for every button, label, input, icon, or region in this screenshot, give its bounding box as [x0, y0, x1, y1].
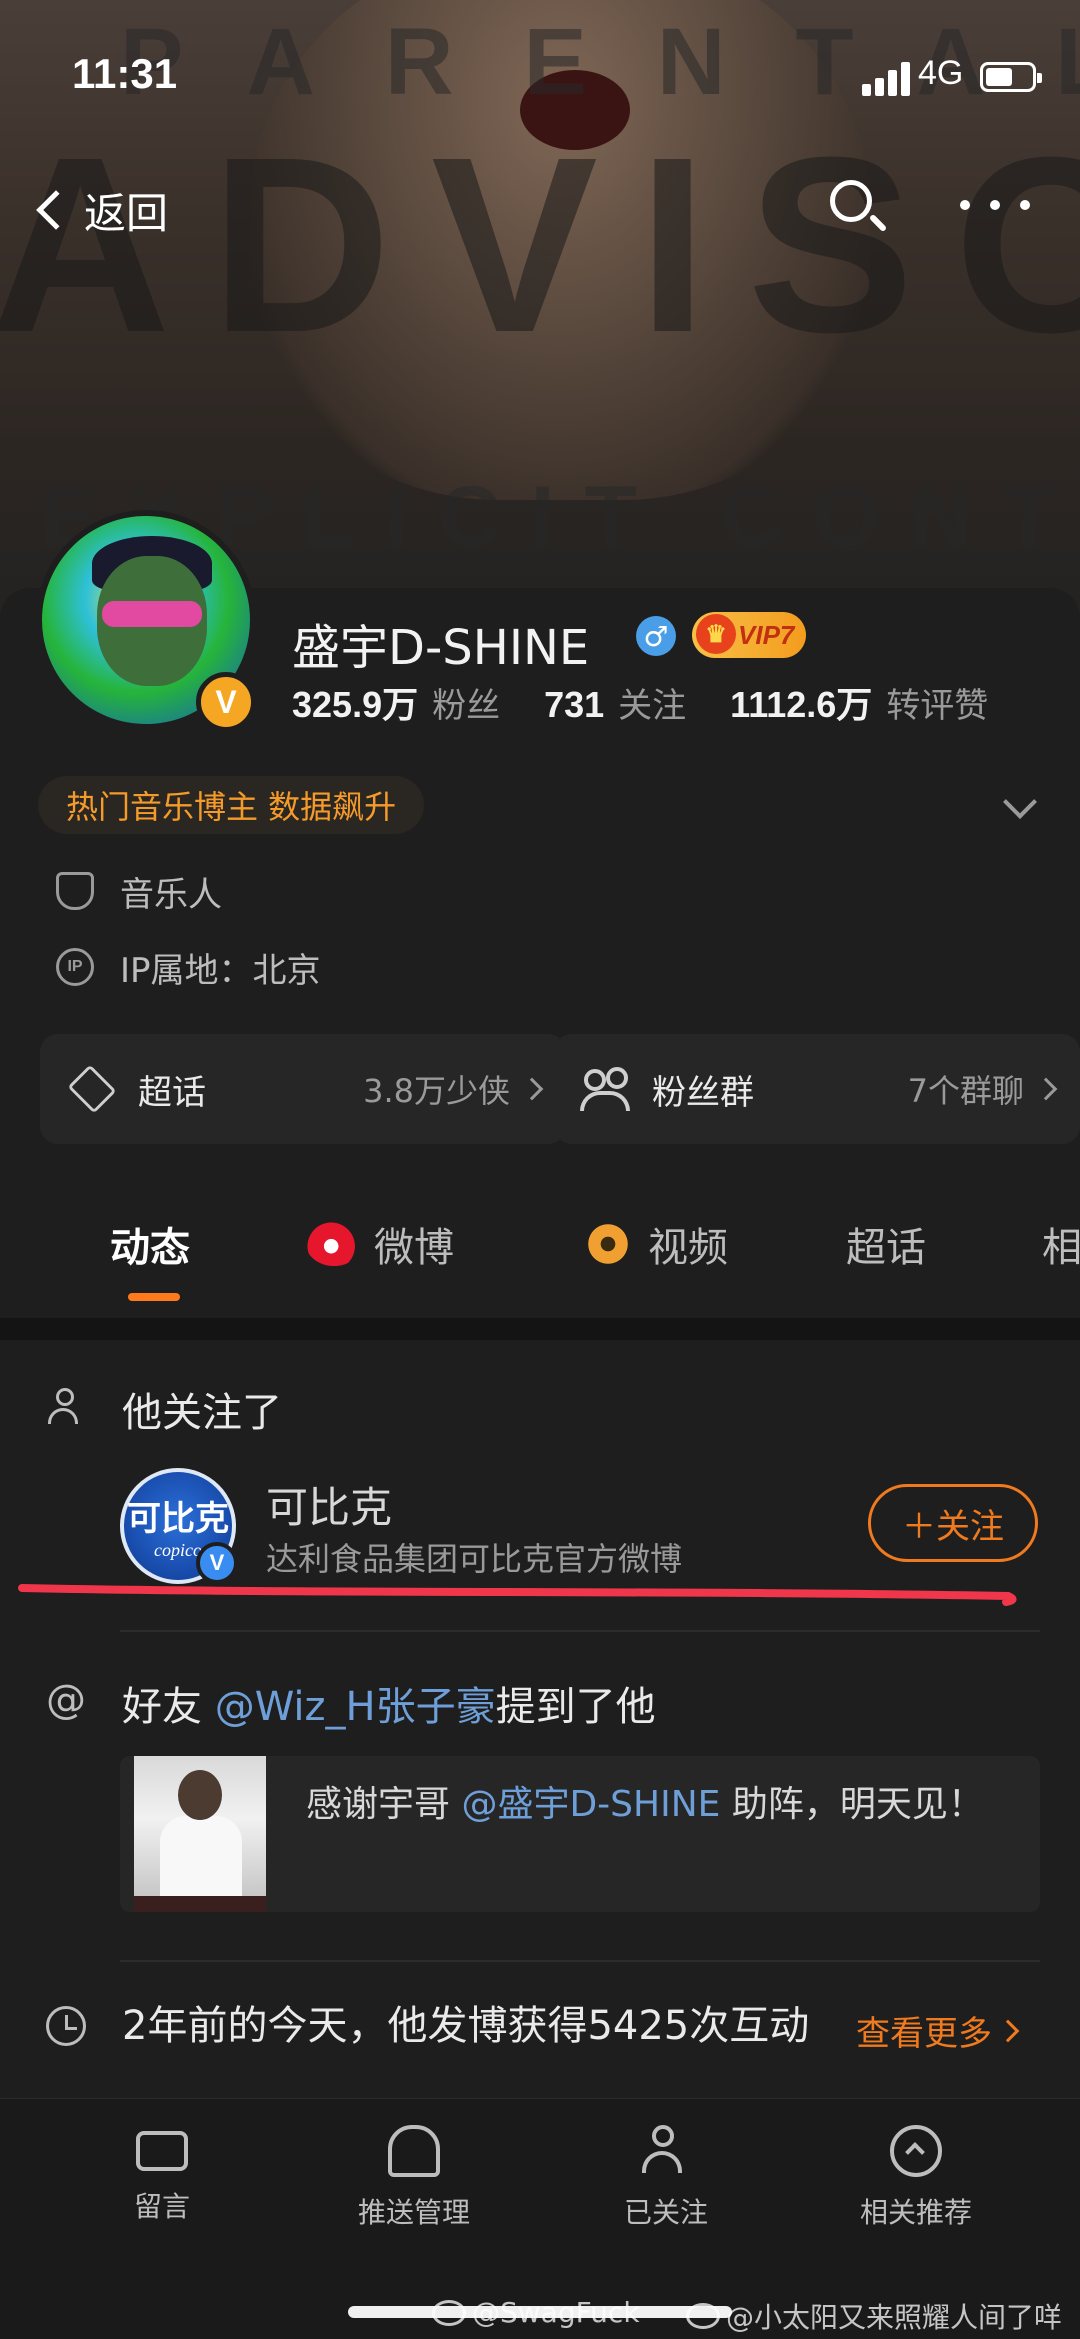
following-label[interactable]: 关注: [618, 678, 686, 727]
diamond-icon: [67, 1064, 117, 1114]
followed-button[interactable]: 已关注: [566, 2125, 766, 2231]
recommend-button[interactable]: 相关推荐: [816, 2125, 1016, 2231]
mention-user-link[interactable]: @Wiz_H张子豪: [215, 1684, 496, 1730]
profile-tabs: 动态 微博 视频 超话 相: [0, 1170, 1080, 1310]
profile-stats: 325.9万 粉丝 731 关注 1112.6万 转评赞: [292, 676, 1032, 728]
supertopic-value: 3.8万少侠: [363, 1072, 510, 1110]
crown-icon: ♛: [696, 614, 736, 654]
see-more-link[interactable]: 查看更多: [856, 2006, 1020, 2055]
cover-big-text: ADVISORY: [0, 105, 1080, 384]
push-settings-button[interactable]: 推送管理: [314, 2125, 514, 2231]
bell-icon: [388, 2125, 440, 2177]
quote-mention-link[interactable]: @盛宇D-SHINE: [461, 1784, 720, 1825]
feed-separator: [120, 1630, 1040, 1632]
chevron-left-icon: [36, 190, 76, 230]
male-gender-icon: ♂: [636, 616, 676, 656]
chevron-right-icon: [520, 1077, 544, 1101]
fans-group-link[interactable]: 粉丝群 7个群聊: [554, 1034, 1080, 1144]
status-time: 11:31: [72, 50, 178, 97]
user-check-icon: [46, 1386, 86, 1426]
identity-text: 音乐人: [120, 874, 222, 915]
weibo-icon: [306, 1222, 362, 1266]
tab-weibo[interactable]: 微博: [306, 1214, 454, 1274]
ip-icon: IP: [56, 948, 94, 986]
shield-icon: [56, 872, 94, 910]
network-type: 4G: [918, 54, 964, 92]
reposts-likes-count[interactable]: 1112.6万: [730, 676, 872, 728]
video-icon: [580, 1222, 636, 1266]
tab-video[interactable]: 视频: [580, 1214, 728, 1274]
fans-group-value: 7个群聊: [907, 1072, 1024, 1110]
quote-text: 感谢宇哥 @盛宇D-SHINE 助阵，明天见！: [306, 1784, 984, 1825]
followed-account-name[interactable]: 可比克: [266, 1474, 392, 1535]
clock-icon: [46, 2006, 86, 2046]
reposts-likes-label[interactable]: 转评赞: [886, 678, 988, 727]
back-button[interactable]: 返回: [28, 178, 168, 242]
vip-label: VIP7: [738, 619, 795, 650]
ip-location-text: IP属地：北京: [120, 950, 321, 991]
more-options-button[interactable]: [960, 190, 1030, 220]
hot-music-blogger-tag[interactable]: 热门音乐博主 数据飙升: [38, 776, 425, 834]
red-annotation-underline: [18, 1584, 1017, 1606]
fans-label[interactable]: 粉丝: [432, 678, 500, 727]
active-tab-indicator: [128, 1293, 180, 1301]
watermark-1: @SwagFuck: [432, 2296, 640, 2329]
profile-name: 盛宇D-SHINE: [292, 620, 590, 676]
more-dots-icon: [960, 200, 970, 210]
brand-logo-subtext: copico: [154, 1540, 202, 1560]
supertopic-label: 超话: [138, 1072, 206, 1113]
mention-at-icon: @: [46, 1677, 86, 1723]
identity-row: 音乐人: [56, 866, 222, 916]
memory-text: 2年前的今天，他发博获得5425次互动: [122, 2003, 810, 2049]
fans-group-icon: [580, 1067, 632, 1111]
brand-logo-text: 可比克: [127, 1499, 229, 1539]
fans-count[interactable]: 325.9万: [292, 676, 418, 728]
tab-supertopic[interactable]: 超话: [846, 1214, 926, 1274]
following-count[interactable]: 731: [544, 684, 604, 726]
supertopic-link[interactable]: 超话 3.8万少侠: [40, 1034, 566, 1144]
tab-activity[interactable]: 动态: [110, 1214, 190, 1274]
ip-location-row: IP IP属地：北京: [56, 942, 321, 992]
weibo-watermark-icon: [686, 2303, 720, 2329]
feed-separator: [120, 1960, 1040, 1962]
status-bar: 11:31 4G: [0, 40, 1080, 120]
signal-icon: [862, 60, 912, 96]
search-button[interactable]: [826, 176, 890, 240]
mention-quote-card[interactable]: 感谢宇哥 @盛宇D-SHINE 助阵，明天见！: [120, 1756, 1040, 1912]
message-icon: [136, 2131, 188, 2171]
battery-icon: [980, 62, 1042, 92]
follow-button[interactable]: ＋关注: [868, 1484, 1038, 1562]
verified-v-badge: V: [196, 672, 256, 732]
back-label: 返回: [84, 188, 169, 238]
search-icon: [830, 180, 872, 222]
followed-section-title: 他关注了: [122, 1390, 282, 1436]
section-divider: [0, 1318, 1080, 1340]
message-button[interactable]: 留言: [62, 2125, 262, 2225]
mention-line: 好友 @Wiz_H张子豪提到了他: [122, 1684, 656, 1730]
weibo-watermark-icon: [432, 2299, 466, 2326]
watermark-2: @小太阳又来照耀人间了咩: [686, 2296, 1062, 2336]
quote-thumbnail: [134, 1756, 266, 1912]
followed-icon: [640, 2125, 692, 2177]
chevron-right-icon: [1034, 1077, 1058, 1101]
recommend-icon: [890, 2125, 942, 2177]
chevron-right-icon: [996, 2019, 1020, 2042]
vip-badge[interactable]: ♛ VIP7: [692, 612, 807, 658]
fans-group-label: 粉丝群: [652, 1072, 754, 1113]
tab-album[interactable]: 相: [1042, 1214, 1080, 1274]
